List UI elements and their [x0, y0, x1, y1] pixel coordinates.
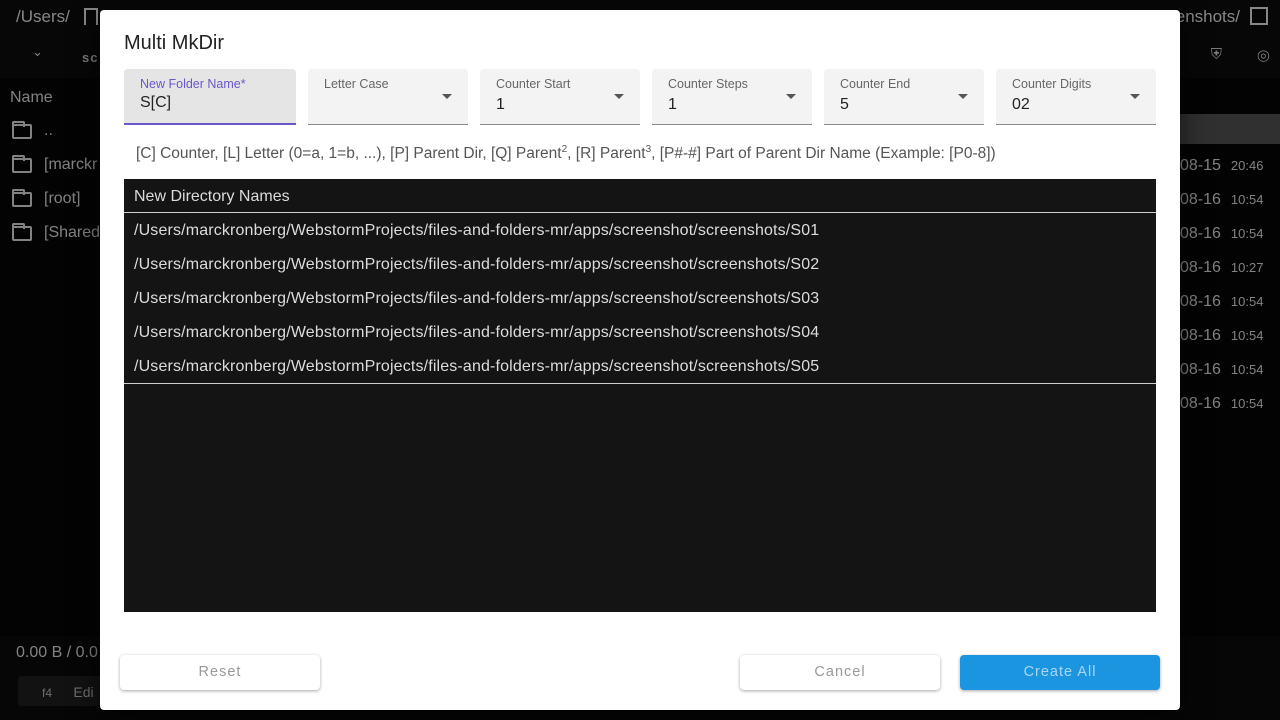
dropdown-arrow-icon	[958, 94, 968, 99]
table-header: New Directory Names	[124, 179, 1156, 213]
counter-steps-select[interactable]: Counter Steps 1	[652, 69, 812, 125]
field-label: Counter Steps	[668, 77, 748, 91]
counter-start-select[interactable]: Counter Start 1	[480, 69, 640, 125]
table-row: /Users/marckronberg/WebstormProjects/fil…	[134, 256, 820, 273]
field-label: Counter End	[840, 77, 911, 91]
dropdown-arrow-icon	[442, 94, 452, 99]
field-label: Counter Digits	[1012, 77, 1092, 91]
new-folder-name-field[interactable]: New Folder Name*	[124, 69, 296, 125]
field-label: Counter Start	[496, 77, 571, 91]
create-all-button[interactable]: Create All	[960, 655, 1160, 690]
placeholder-help-text: [C] Counter, [L] Letter (0=a, 1=b, ...),…	[136, 144, 996, 163]
dropdown-arrow-icon	[1130, 94, 1140, 99]
table-row: /Users/marckronberg/WebstormProjects/fil…	[134, 290, 820, 307]
table-row: /Users/marckronberg/WebstormProjects/fil…	[134, 222, 820, 239]
new-folder-name-input[interactable]	[140, 94, 280, 112]
field-value: 1	[496, 96, 505, 113]
reset-button[interactable]: Reset	[120, 655, 320, 690]
counter-digits-select[interactable]: Counter Digits 02	[996, 69, 1156, 125]
table-body: /Users/marckronberg/WebstormProjects/fil…	[124, 213, 1156, 384]
counter-end-select[interactable]: Counter End 5	[824, 69, 984, 125]
dialog-title: Multi MkDir	[124, 32, 224, 54]
new-directory-names-table: New Directory Names /Users/marckronberg/…	[124, 179, 1156, 612]
cancel-button[interactable]: Cancel	[740, 655, 940, 690]
multi-mkdir-dialog: Multi MkDir New Folder Name* Letter Case…	[100, 10, 1180, 710]
table-row: /Users/marckronberg/WebstormProjects/fil…	[134, 358, 820, 375]
field-label: Letter Case	[324, 77, 389, 91]
table-row: /Users/marckronberg/WebstormProjects/fil…	[134, 324, 820, 341]
field-value: 5	[840, 96, 849, 113]
field-value: 1	[668, 96, 677, 113]
field-value: 02	[1012, 96, 1030, 113]
letter-case-select[interactable]: Letter Case	[308, 69, 468, 125]
field-label: New Folder Name*	[140, 77, 246, 91]
dropdown-arrow-icon	[786, 94, 796, 99]
dropdown-arrow-icon	[614, 94, 624, 99]
